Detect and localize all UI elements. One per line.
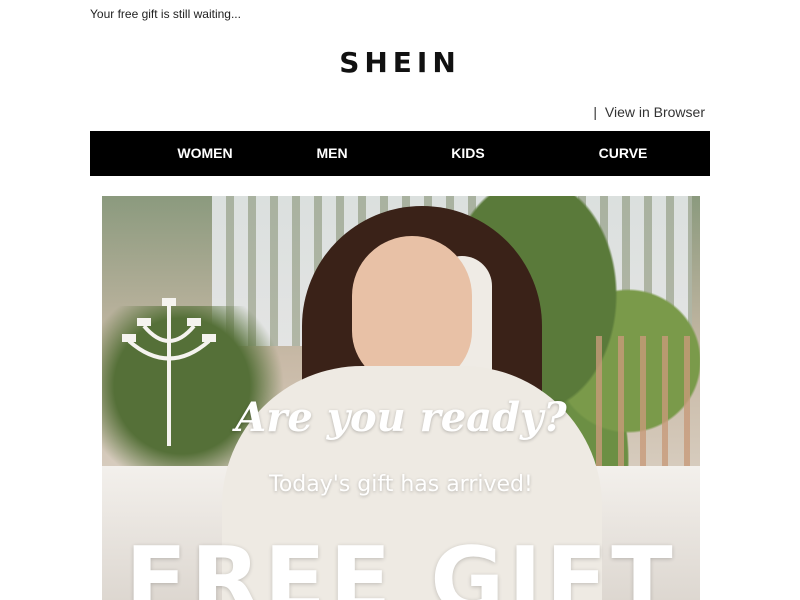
nav-item-kids[interactable]: KIDS: [418, 131, 518, 176]
hero-model-face: [352, 236, 472, 386]
nav-item-women[interactable]: WOMEN: [155, 131, 255, 176]
view-in-browser-link[interactable]: View in Browser: [605, 104, 705, 120]
preheader-text: Your free gift is still waiting...: [90, 7, 241, 21]
shein-logo[interactable]: SHEIN: [0, 46, 800, 79]
hero-free-gift-text: FREE GIFT: [125, 528, 677, 600]
view-in-browser-row: | View in Browser: [593, 104, 705, 120]
link-separator: |: [593, 104, 597, 120]
nav-bar: WOMEN MEN KIDS CURVE: [90, 131, 710, 176]
nav-item-curve[interactable]: CURVE: [573, 131, 673, 176]
nav-item-men[interactable]: MEN: [282, 131, 382, 176]
hero-subline: Today's gift has arrived!: [269, 472, 533, 497]
hero-banner[interactable]: Are you ready? Today's gift has arrived!…: [102, 196, 700, 600]
hero-headline: Are you ready?: [235, 394, 567, 441]
